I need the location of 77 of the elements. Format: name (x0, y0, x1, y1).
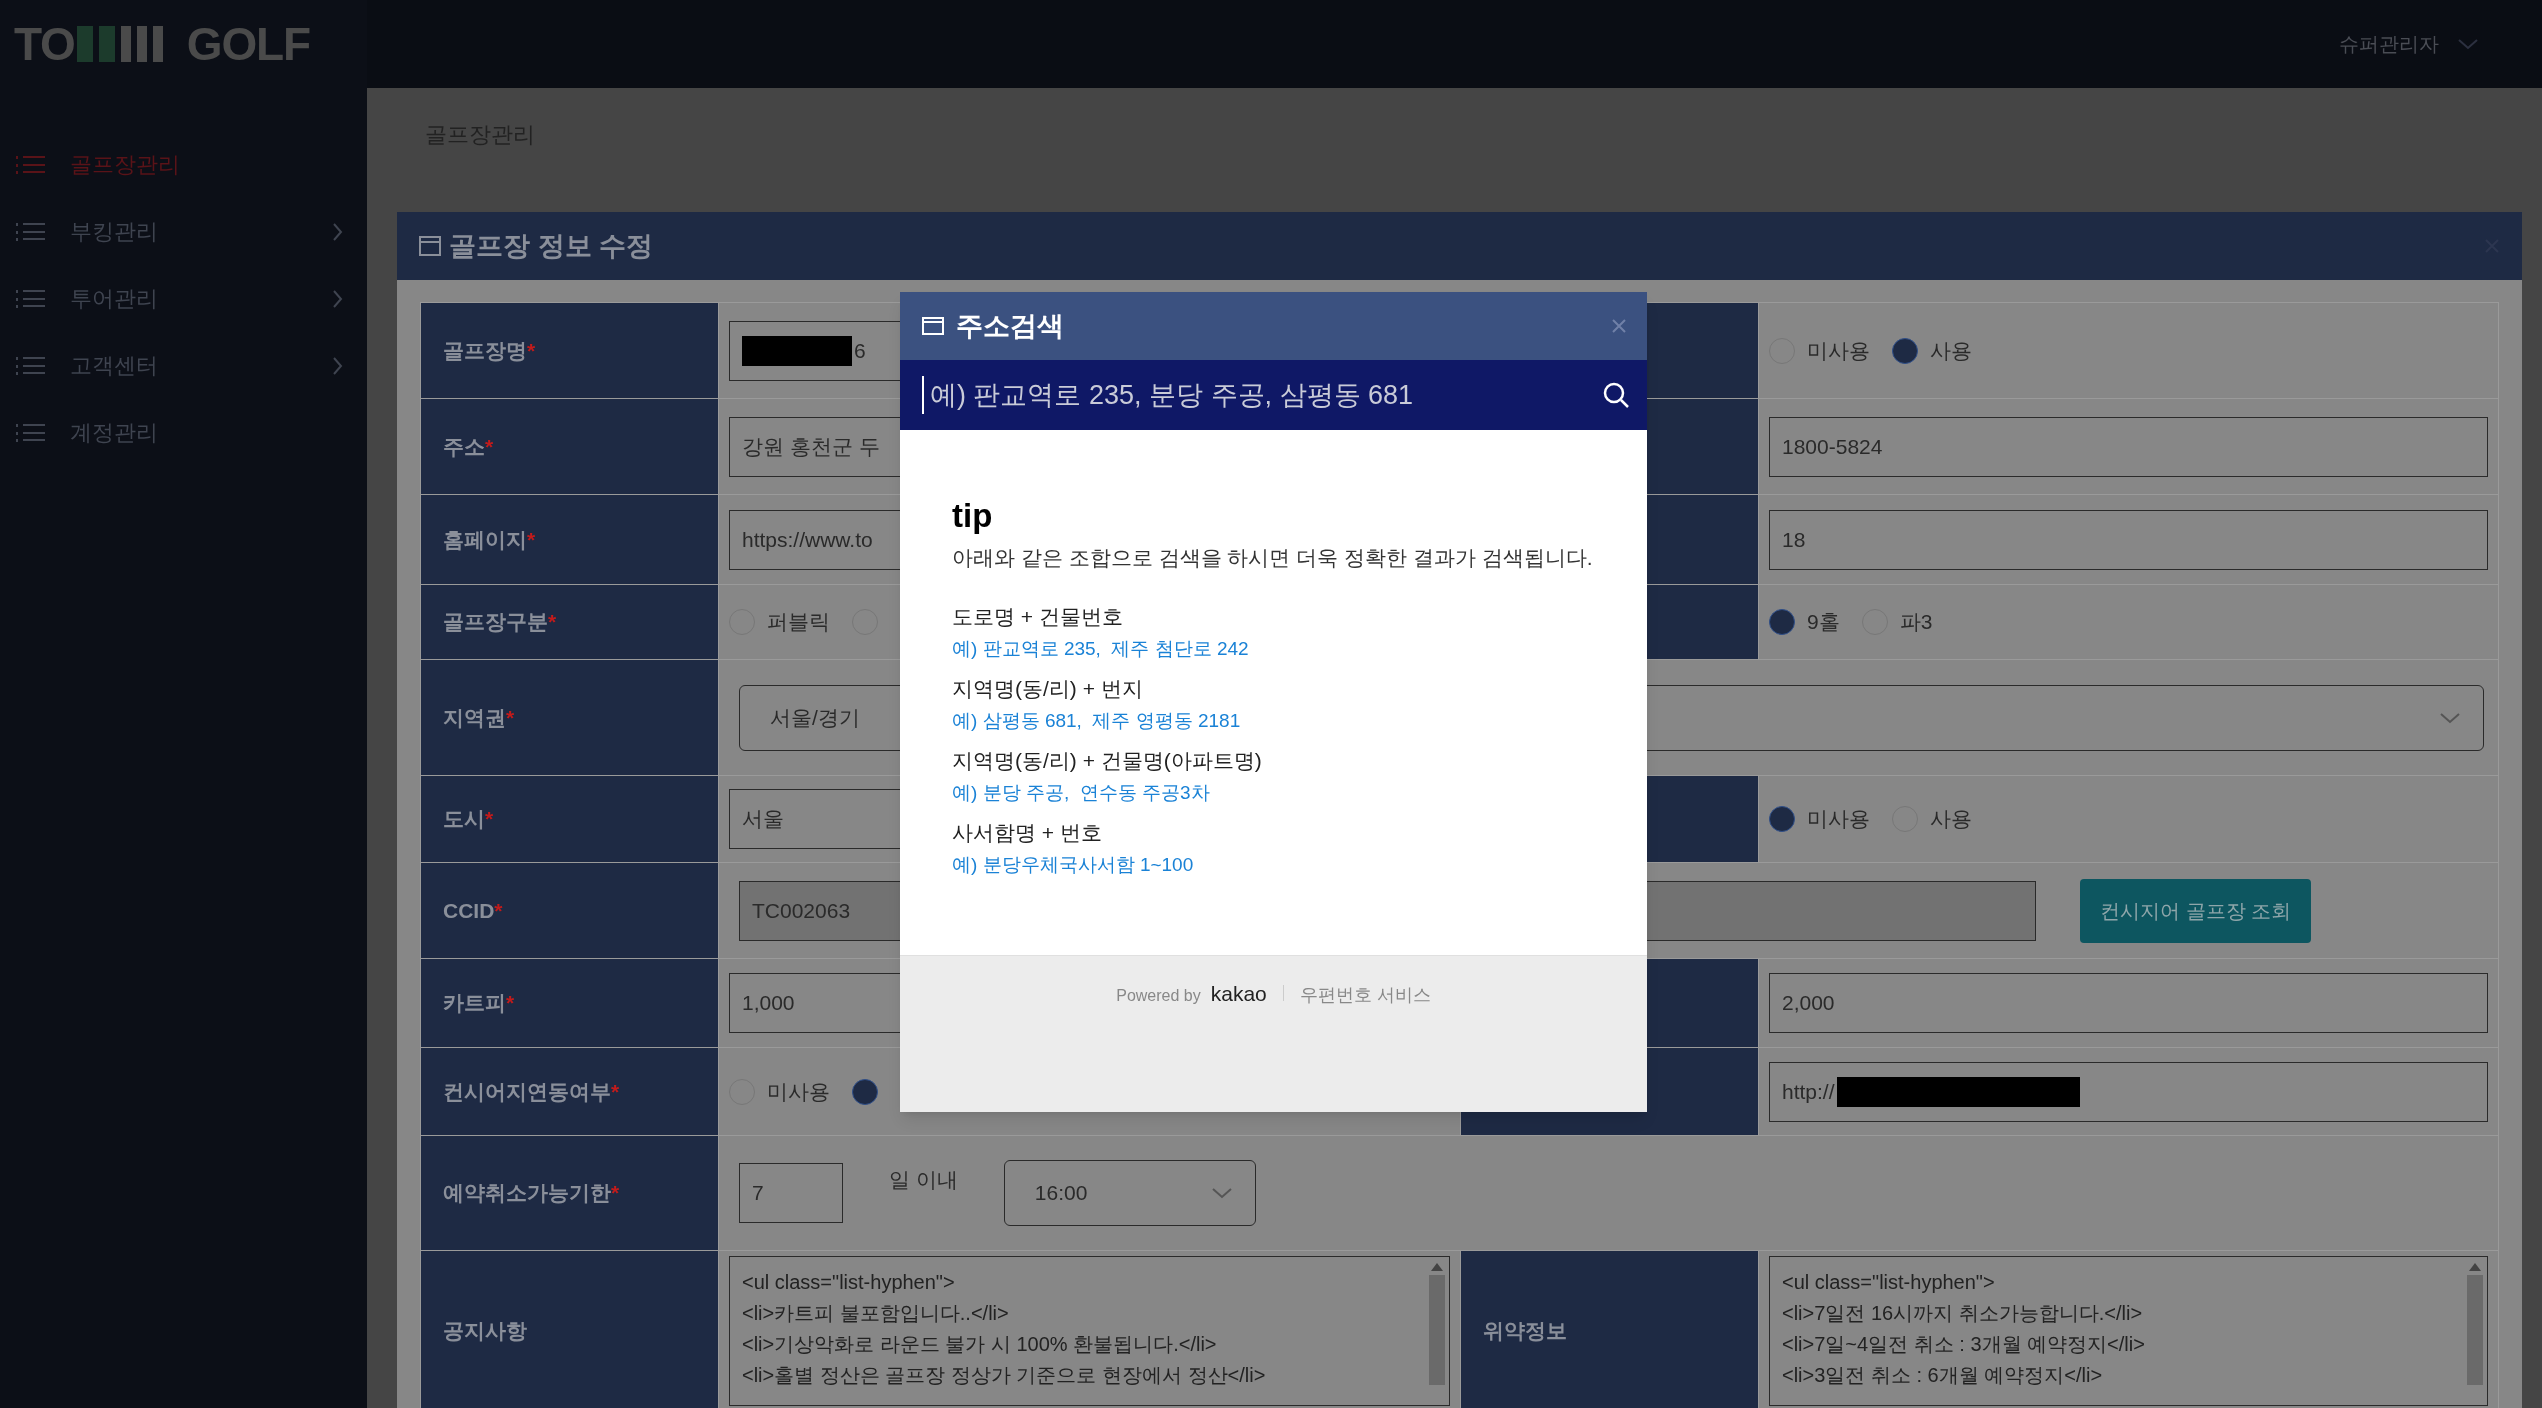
form-label: 골프장구분 (443, 609, 548, 636)
form-label: 예약취소가능기한 (443, 1180, 611, 1207)
required-mark: * (527, 526, 536, 553)
tip-title: tip (952, 496, 994, 536)
required-mark: * (485, 433, 494, 460)
logo-text: GOLF (186, 21, 310, 67)
form-label: 위약정보 (1483, 1317, 1567, 1344)
scroll-up-icon (2469, 1262, 2481, 1271)
radio-option[interactable]: 퍼블릭 (729, 606, 830, 638)
search-icon (1603, 382, 1629, 408)
required-mark: * (527, 337, 536, 364)
unit-label: 일 이내 (889, 1167, 958, 1193)
required-mark: * (506, 704, 515, 731)
close-icon[interactable] (1611, 318, 1627, 334)
search-example: 예) 분당우체국사서함 1~100 (952, 852, 1195, 877)
logo-text: TO (14, 21, 75, 67)
radio-button[interactable] (852, 1078, 878, 1105)
window-icon (922, 317, 944, 335)
form-label: 공지사항 (443, 1317, 527, 1344)
required-mark: * (548, 609, 557, 636)
search-example: 예) 분당 주공, 연수동 주공3차 (952, 780, 1211, 805)
brand-text: kakao (1210, 981, 1267, 1007)
scrollbar-thumb[interactable] (1429, 1274, 1445, 1385)
required-mark: * (611, 1180, 620, 1207)
form-label: 홈페이지 (443, 526, 527, 553)
user-menu[interactable]: 슈퍼관리자 (2339, 29, 2479, 59)
form-label: 골프장명 (443, 337, 527, 364)
input-field[interactable]: 1800-5824 (1769, 416, 2488, 477)
input-field[interactable]: http:// (1769, 1061, 2488, 1122)
chevron-down-icon (2457, 38, 2479, 50)
search-format-heading: 도로명 + 건물번호 (952, 603, 1124, 630)
radio-button[interactable] (1892, 337, 1918, 364)
chevron-down-icon (2439, 711, 2461, 724)
select-dropdown[interactable]: 16:00 (1003, 1160, 1256, 1226)
text-area[interactable]: <ul class="list-hyphen"> <li>7일전 16시까지 취소가능합니다.</li> <li>7일~4일전 취소 : 3개월 예약정지</li> <li>3일전 취소 : 6개월 예약정지</li> (1769, 1255, 2488, 1406)
chevron-down-icon (1210, 1187, 1233, 1199)
form-label: 도시 (443, 806, 485, 833)
form-label: CCID (443, 897, 495, 924)
input-field[interactable]: 18 (1769, 509, 2488, 570)
radio-button[interactable] (1769, 806, 1795, 832)
radio-option[interactable]: 파3 (1861, 606, 1933, 638)
form-label: 지역권 (443, 704, 506, 731)
input-field[interactable]: 2,000 (1769, 973, 2488, 1033)
logo-bars-icon (76, 26, 163, 62)
input-field[interactable]: 7 (739, 1163, 843, 1223)
radio-option[interactable]: 사용 (1892, 803, 1972, 835)
lookup-button[interactable]: 컨시지어 골프장 조회 (2080, 878, 2312, 943)
service-link[interactable]: 우편번호 서비스 (1299, 982, 1431, 1009)
radio-option[interactable]: 미사용 (729, 1075, 830, 1108)
list-icon (16, 221, 46, 242)
radio-button[interactable] (1769, 609, 1795, 635)
form-label: 카트피 (443, 990, 506, 1017)
scrollbar-thumb[interactable] (2467, 1274, 2483, 1385)
address-search-field[interactable]: 예) 판교역로 235, 분당 주공, 삼평동 681 (900, 360, 1647, 430)
card-title: 골프장 정보 수정 (449, 229, 653, 263)
scroll-up-icon (1431, 1262, 1443, 1271)
search-format-heading: 사서함명 + 번호 (952, 819, 1103, 846)
radio-option[interactable]: 사용 (1892, 334, 1972, 367)
powered-by-text: Powered by (1116, 986, 1201, 1006)
dialog-title: 주소검색 (956, 309, 1065, 343)
list-icon (16, 355, 46, 376)
list-icon (16, 288, 46, 309)
list-icon (16, 422, 46, 443)
window-icon (419, 236, 441, 256)
form-label: 컨시어지연동여부 (443, 1078, 611, 1105)
required-mark: * (506, 990, 515, 1017)
radio-option[interactable]: 9홀 (1769, 606, 1840, 638)
required-mark: * (485, 806, 494, 833)
list-icon (16, 154, 46, 175)
required-mark: * (494, 897, 503, 924)
required-mark: * (611, 1078, 620, 1105)
form-label: 주소 (443, 433, 485, 460)
radio-option[interactable]: 미사용 (1769, 334, 1870, 367)
search-example: 예) 판교역로 235, 제주 첨단로 242 (952, 636, 1250, 661)
text-area[interactable]: <ul class="list-hyphen"> <li>카트피 불포함입니다..</li> <li>기상악화로 라운드 불가 시 100% 환불됩니다.</li> <li>홀별 정산은 골프장 정상가 기준으로 현장에서 정산</li> (729, 1255, 1450, 1406)
tip-text: 아래와 같은 조합으로 검색을 하시면 더욱 정확한 결과가 검색됩니다. (952, 545, 1594, 571)
radio-option[interactable]: 미사용 (1769, 803, 1870, 835)
